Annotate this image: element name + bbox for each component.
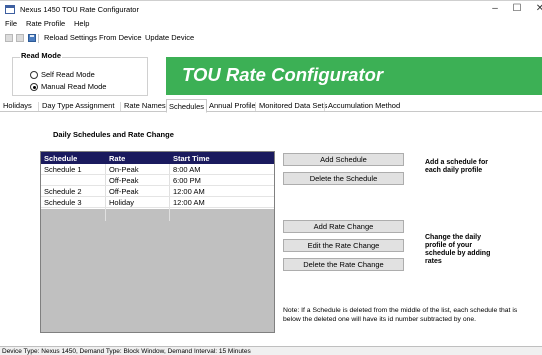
tab-monitored-data-sets[interactable]: Monitored Data Sets (257, 101, 329, 112)
tab-strip: Holidays Day Type Assignment Rate Names … (0, 99, 542, 113)
update-device-button[interactable]: Update Device (145, 33, 194, 42)
tab-annual-profile[interactable]: Annual Profile (207, 101, 258, 112)
manual-read-mode-radio[interactable] (30, 83, 38, 91)
menu-help[interactable]: Help (74, 19, 89, 28)
tab-divider (324, 102, 325, 111)
schedule-grid[interactable]: Schedule Rate Start Time Schedule 1 On-P… (40, 151, 275, 333)
save-icon[interactable] (28, 34, 36, 42)
cell-start-time: 8:00 AM (173, 165, 201, 174)
deletion-note: Note: If a Schedule is deleted from the … (283, 307, 518, 323)
window-title: Nexus 1450 TOU Rate Configurator (20, 5, 139, 14)
cell-start-time: 12:00 AM (173, 187, 205, 196)
cell-rate: Off-Peak (109, 176, 139, 185)
delete-schedule-button[interactable]: Delete the Schedule (283, 172, 404, 185)
add-schedule-button[interactable]: Add Schedule (283, 153, 404, 166)
menu-bar: File Rate Profile Help (0, 18, 542, 31)
cell-start-time: 6:00 PM (173, 176, 201, 185)
table-row[interactable]: Off-Peak 6:00 PM (41, 175, 274, 186)
tab-accumulation-method[interactable]: Accumulation Method (326, 101, 402, 112)
minimize-icon[interactable]: – (488, 3, 502, 15)
status-text: Device Type: Nexus 1450, Demand Type: Bl… (2, 348, 251, 355)
new-document-icon[interactable] (5, 34, 13, 42)
tab-holidays[interactable]: Holidays (1, 101, 34, 112)
grid-body: Schedule 1 On-Peak 8:00 AM Off-Peak 6:00… (41, 164, 274, 221)
banner-title: TOU Rate Configurator (182, 64, 384, 85)
manual-read-mode-label[interactable]: Manual Read Mode (41, 82, 106, 91)
delete-rate-change-button[interactable]: Delete the Rate Change (283, 258, 404, 271)
column-header-schedule[interactable]: Schedule (44, 154, 77, 163)
rate-hint-text: Change the daily profile of your schedul… (425, 234, 491, 265)
section-title: Daily Schedules and Rate Change (53, 130, 174, 139)
table-row[interactable]: Schedule 1 On-Peak 8:00 AM (41, 164, 274, 175)
cell-rate: Off-Peak (109, 187, 139, 196)
reload-settings-button[interactable]: Reload Settings From Device (44, 33, 142, 42)
tab-rate-names[interactable]: Rate Names (122, 101, 168, 112)
close-icon[interactable]: ✕ (533, 3, 542, 15)
table-row[interactable]: Schedule 2 Off-Peak 12:00 AM (41, 186, 274, 197)
table-row[interactable]: Schedule 3 Holiday 12:00 AM (41, 197, 274, 208)
add-rate-change-button[interactable]: Add Rate Change (283, 220, 404, 233)
tab-divider (255, 102, 256, 111)
menu-rate-profile[interactable]: Rate Profile (26, 19, 65, 28)
tab-schedules[interactable]: Schedules (166, 99, 208, 113)
cell-schedule: Schedule 2 (44, 187, 82, 196)
cell-schedule: Schedule 1 (44, 165, 82, 174)
column-header-start-time[interactable]: Start Time (173, 154, 210, 163)
maximize-icon[interactable]: ☐ (510, 3, 524, 15)
schedule-hint-text: Add a schedule for each daily profile (425, 159, 489, 174)
cell-rate: Holiday (109, 198, 135, 207)
tab-day-type-assignment[interactable]: Day Type Assignment (40, 101, 116, 112)
read-mode-legend: Read Mode (20, 51, 63, 60)
cell-start-time: 12:00 AM (173, 198, 205, 207)
tab-divider (38, 102, 39, 111)
toolbar: Reload Settings From Device Update Devic… (0, 31, 542, 45)
tab-divider (120, 102, 121, 111)
status-bar: Device Type: Nexus 1450, Demand Type: Bl… (0, 346, 542, 355)
self-read-mode-radio[interactable] (30, 71, 38, 79)
edit-rate-change-button[interactable]: Edit the Rate Change (283, 239, 404, 252)
self-read-mode-label[interactable]: Self Read Mode (41, 70, 95, 79)
cell-schedule: Schedule 3 (44, 198, 82, 207)
column-header-rate[interactable]: Rate (109, 154, 125, 163)
cell-rate: On-Peak (109, 165, 139, 174)
menu-file[interactable]: File (5, 19, 17, 28)
toolbar-separator (38, 34, 39, 43)
title-bar: Nexus 1450 TOU Rate Configurator – ☐ ✕ (0, 0, 542, 18)
grid-header: Schedule Rate Start Time (41, 152, 274, 164)
app-icon (5, 5, 15, 14)
open-document-icon[interactable] (16, 34, 24, 42)
